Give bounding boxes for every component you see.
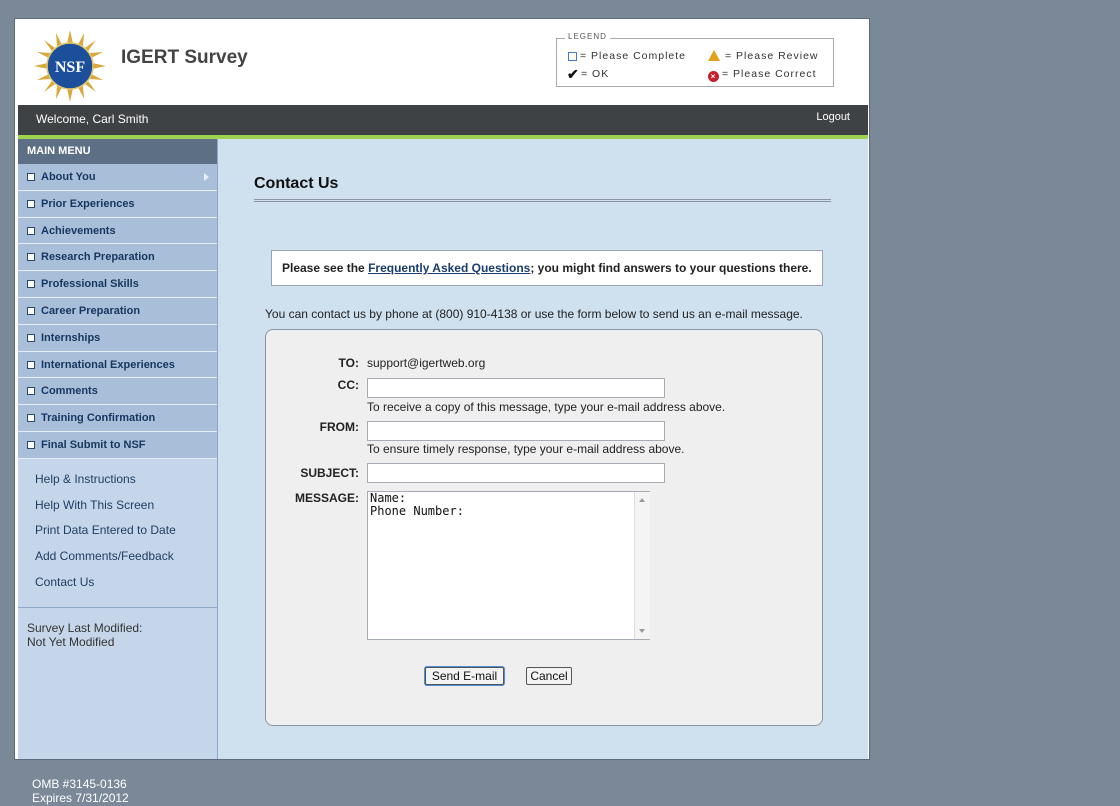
contact-form: TO: support@igertweb.org CC: To receive … <box>265 329 823 726</box>
status-legend: LEGEND = Please Complete ✔= OK = Please … <box>556 32 834 87</box>
sidebar-item-label: Research Preparation <box>41 251 155 264</box>
sidebar-item-label: Final Submit to NSF <box>41 438 146 451</box>
warning-icon <box>708 50 720 61</box>
scroll-down-icon[interactable] <box>639 629 645 633</box>
message-scrollbar[interactable] <box>634 492 650 639</box>
arrow-right-icon <box>204 173 209 181</box>
sidebar: MAIN MENU About You Prior Experiences Ac… <box>18 139 218 759</box>
sidebar-item-about-you[interactable]: About You <box>18 164 217 191</box>
checkbox-icon <box>27 226 35 235</box>
from-label: FROM: <box>319 420 359 434</box>
omb-number: OMB #3145-0136 <box>32 777 127 791</box>
legend-ok: ✔= OK <box>567 66 610 82</box>
legend-please-review: = Please Review <box>708 50 819 62</box>
checkbox-icon <box>27 280 35 289</box>
cc-field[interactable] <box>367 378 665 398</box>
app-title: IGERT Survey <box>121 47 248 68</box>
sidebar-links: Help & Instructions Help With This Scree… <box>18 459 217 601</box>
checkbox-icon <box>27 306 35 315</box>
sidebar-item-international-experiences[interactable]: International Experiences <box>18 351 217 379</box>
sidebar-item-label: Professional Skills <box>41 278 139 291</box>
main-content: Contact Us Please see the Frequently Ask… <box>218 139 868 759</box>
sidebar-item-internships[interactable]: Internships <box>18 324 217 352</box>
faq-prefix: Please see the <box>282 261 369 275</box>
empty-checkbox-icon <box>568 52 577 61</box>
sidebar-item-label: Comments <box>41 385 98 398</box>
checkbox-icon <box>27 414 35 423</box>
sidebar-item-training-confirmation[interactable]: Training Confirmation <box>18 405 217 432</box>
help-with-screen-link[interactable]: Help With This Screen <box>35 498 217 524</box>
subject-field[interactable] <box>367 463 665 483</box>
subject-label: SUBJECT: <box>300 466 359 480</box>
survey-modified-info: Survey Last Modified: Not Yet Modified <box>27 621 217 649</box>
cc-label: CC: <box>337 378 359 392</box>
sidebar-divider <box>18 606 217 608</box>
sidebar-item-comments[interactable]: Comments <box>18 378 217 406</box>
welcome-text: Welcome, Carl Smith <box>36 112 149 126</box>
sidebar-item-label: About You <box>41 171 96 183</box>
sidebar-item-label: Prior Experiences <box>41 197 135 210</box>
legend-please-correct: × = Please Correct <box>708 68 817 82</box>
legend-please-complete: = Please Complete <box>568 50 686 62</box>
faq-link[interactable]: Frequently Asked Questions <box>368 261 530 275</box>
logout-link[interactable]: Logout <box>816 111 850 123</box>
sidebar-item-prior-experiences[interactable]: Prior Experiences <box>18 190 217 218</box>
error-icon: × <box>708 71 719 82</box>
checkbox-icon <box>27 173 35 181</box>
print-data-link[interactable]: Print Data Entered to Date <box>35 523 217 549</box>
checkbox-icon <box>27 199 35 208</box>
checkbox-icon <box>27 253 35 262</box>
to-value: support@igertweb.org <box>367 356 486 370</box>
message-textarea[interactable]: Name: Phone Number: <box>367 491 650 640</box>
checkbox-icon <box>27 333 35 342</box>
scroll-up-icon[interactable] <box>639 498 645 502</box>
sidebar-item-label: Achievements <box>41 224 116 237</box>
survey-modified-value: Not Yet Modified <box>27 634 115 649</box>
contact-info-text: You can contact us by phone at (800) 910… <box>265 307 803 321</box>
sidebar-item-professional-skills[interactable]: Professional Skills <box>18 271 217 298</box>
top-bar: Welcome, Carl Smith Logout <box>18 105 868 139</box>
to-label: TO: <box>338 356 359 370</box>
main-menu-title: MAIN MENU <box>18 139 217 164</box>
checkbox-icon <box>27 360 35 369</box>
sidebar-item-label: Internships <box>41 331 101 344</box>
title-divider <box>254 199 831 202</box>
sidebar-item-label: Training Confirmation <box>41 412 156 425</box>
legend-title: LEGEND <box>565 32 610 41</box>
from-hint: To ensure timely response, type your e-m… <box>367 442 685 456</box>
footer: OMB #3145-0136 Expires 7/31/2012 <box>32 777 129 805</box>
sidebar-item-final-submit[interactable]: Final Submit to NSF <box>18 431 217 459</box>
nsf-logo-text: NSF <box>55 59 85 76</box>
help-instructions-link[interactable]: Help & Instructions <box>35 472 217 498</box>
checkbox-icon <box>27 440 35 449</box>
sidebar-item-achievements[interactable]: Achievements <box>18 217 217 245</box>
page-title: Contact Us <box>254 175 339 192</box>
expiration-date: Expires 7/31/2012 <box>32 791 129 805</box>
send-email-button[interactable]: Send E-mail <box>425 667 504 685</box>
sidebar-item-label: International Experiences <box>41 358 175 371</box>
sidebar-item-career-preparation[interactable]: Career Preparation <box>18 297 217 325</box>
faq-suffix: ; you might find answers to your questio… <box>530 261 812 275</box>
from-field[interactable] <box>367 421 665 441</box>
faq-notice: Please see the Frequently Asked Question… <box>271 250 823 286</box>
nsf-logo: NSF <box>34 30 106 102</box>
page-header: NSF IGERT Survey LEGEND = Please Complet… <box>18 19 868 105</box>
message-label: MESSAGE: <box>294 491 359 505</box>
survey-frame: NSF IGERT Survey LEGEND = Please Complet… <box>14 18 870 760</box>
cc-hint: To receive a copy of this message, type … <box>367 400 726 414</box>
survey-modified-label: Survey Last Modified: <box>27 620 143 635</box>
sidebar-item-label: Career Preparation <box>41 304 141 317</box>
checkbox-icon <box>27 387 35 396</box>
sidebar-item-research-preparation[interactable]: Research Preparation <box>18 244 217 272</box>
cancel-button[interactable]: Cancel <box>526 667 572 685</box>
add-comments-link[interactable]: Add Comments/Feedback <box>35 549 217 575</box>
checkmark-icon: ✔ <box>567 66 580 82</box>
contact-us-link[interactable]: Contact Us <box>35 575 217 601</box>
